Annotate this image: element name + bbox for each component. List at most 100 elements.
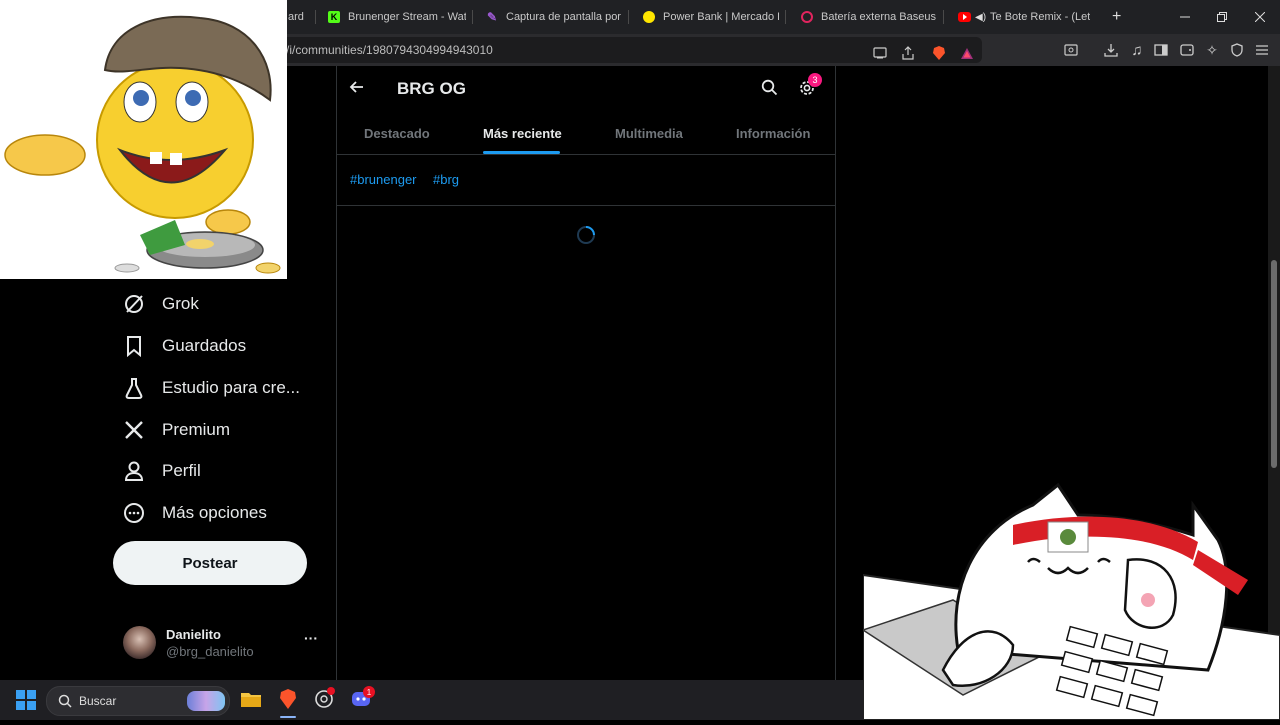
rewards-triangle-icon [961,47,973,59]
nav-label: Grok [162,294,199,313]
tab-mas-reciente[interactable]: Más reciente [483,112,562,154]
speaker-icon: ◀) [975,11,987,23]
brave-browser-icon[interactable] [278,688,298,718]
restore-button[interactable] [1204,0,1240,34]
hashtag-brunenger[interactable]: #brunenger [350,172,417,187]
restore-icon [1217,12,1227,22]
tab-separator [943,10,944,24]
nav-perfil[interactable]: Perfil [122,454,201,488]
bookmark-icon [122,334,146,358]
tab-label: Multimedia [615,125,683,141]
new-tab-button[interactable]: + [1112,6,1128,28]
leo-ai-icon[interactable]: ✧ [1202,40,1222,60]
more-circle-icon [122,501,146,525]
search-placeholder: Buscar [79,694,117,708]
person-icon [122,459,146,483]
tab-label: ard [288,11,304,23]
taskbar-search[interactable]: Buscar [46,686,230,716]
cast-icon[interactable] [870,43,890,63]
search-highlight-icon [187,691,225,711]
tabs-divider [337,154,835,155]
reader-mode-icon[interactable] [1061,40,1081,60]
loading-spinner [576,225,596,245]
nav-premium[interactable]: Premium [122,413,230,447]
music-note-icon: ♫ [1131,41,1143,59]
plus-icon: + [1112,8,1122,25]
scrollbar-thumb[interactable] [1271,260,1277,468]
brave-lion-icon [933,46,945,60]
wallet-icon-svg [1180,44,1194,56]
bongo-cat-overlay [861,470,1280,721]
music-icon[interactable]: ♫ [1127,40,1147,60]
tab-bateria[interactable]: Batería externa Baseus 30( [801,6,937,28]
right-column-border [835,66,836,680]
tab-destacado[interactable]: Destacado [364,112,430,154]
tab-brunenger-stream[interactable]: K Brunenger Stream - Watch [328,6,466,28]
settings-badge: 3 [808,73,822,87]
active-app-indicator [280,716,296,718]
menu-icon[interactable] [1252,40,1272,60]
nav-guardados[interactable]: Guardados [122,329,246,363]
account-switcher[interactable]: Danielito @brg_danielito ··· [118,620,328,666]
minimize-icon [1180,16,1190,18]
nav-label: Más opciones [162,503,267,522]
brave-shield-icon[interactable] [929,43,949,63]
brave-rewards-icon[interactable] [957,43,977,63]
sidebar-icon [1154,44,1168,56]
minimize-button[interactable] [1167,0,1203,34]
vpn-icon[interactable] [1227,40,1247,60]
tab-label: Captura de pantalla por Li [506,11,622,23]
post-button[interactable]: Postear [113,541,307,585]
close-icon [1255,12,1265,22]
more-horizontal-icon: ··· [304,630,318,646]
tab-informacion[interactable]: Información [736,112,810,154]
discord-icon[interactable]: 1 [351,686,375,711]
tab-captura[interactable]: ✎ Captura de pantalla por Li [486,6,622,28]
sidebar-toggle-icon[interactable] [1151,40,1171,60]
wallet-icon[interactable] [1177,40,1197,60]
x-logo-icon [122,418,146,442]
tab-label: Destacado [364,125,430,141]
avatar [123,626,156,659]
tab-label: Brunenger Stream - Watch [348,11,466,23]
nav-label: Premium [162,420,231,439]
emoji-meme-overlay [0,0,287,279]
shop-icon [801,11,813,23]
tab-te-bote[interactable]: ◀) Te Bote Remix - (Letra) [958,6,1090,28]
file-explorer-icon[interactable] [241,690,261,708]
grok-icon [122,292,146,316]
hashtag-brg[interactable]: #brg [433,172,459,187]
account-handle: @brg_danielito [166,644,254,659]
share-icon[interactable] [898,43,918,63]
flask-icon [122,376,146,400]
tab-label: Batería externa Baseus 30( [821,11,937,23]
tab-multimedia[interactable]: Multimedia [615,112,683,154]
kick-icon: K [328,11,340,23]
settings-button[interactable]: 3 [798,73,822,99]
tab-separator [628,10,629,24]
hashtags-divider [337,205,835,206]
tab-label: Power Bank | Mercado Libr [663,11,779,23]
chatgpt-icon[interactable] [314,687,336,711]
tab-separator [315,10,316,24]
tab-separator [785,10,786,24]
shield-icon [1231,43,1243,57]
download-icon[interactable] [1101,40,1121,60]
close-button[interactable] [1242,0,1278,34]
windows-start-icon[interactable] [16,690,36,710]
left-column-border [336,66,337,680]
nav-mas-opciones[interactable]: Más opciones [122,496,267,530]
nav-label: Perfil [162,461,201,480]
back-arrow-icon[interactable] [349,79,369,99]
url-field[interactable]: /i/communities/1980794304994943010 [240,37,982,63]
tab-power-bank[interactable]: Power Bank | Mercado Libr [643,6,779,28]
nav-grok[interactable]: Grok [122,287,199,321]
community-tabs: Destacado Más reciente Multimedia Inform… [337,112,835,154]
tab-0[interactable]: ard [288,6,312,28]
youtube-icon [958,12,971,22]
nav-estudio[interactable]: Estudio para cre... [122,371,300,405]
search-icon[interactable] [761,79,781,99]
nav-label: Guardados [162,336,247,355]
community-header: BRG OG 3 [337,66,835,112]
discord-badge: 1 [363,686,375,698]
